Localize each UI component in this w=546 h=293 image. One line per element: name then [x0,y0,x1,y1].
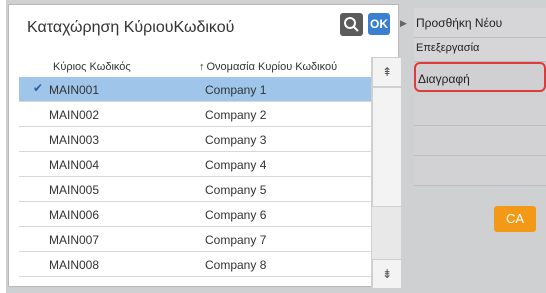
action-sidebar: Προσθήκη Νέου Επεξεργασία Διαγραφή [414,8,546,194]
cell-name: Company 2 [205,108,267,122]
delete-label: Διαγραφή [418,72,470,86]
header-main-code[interactable]: Κύριος Κωδικός [53,61,131,73]
header-main-code-name-label: Ονομασία Κυρίου Κωδικού [206,61,338,73]
add-new-button[interactable]: Προσθήκη Νέου [414,8,546,38]
edit-button[interactable]: Επεξεργασία [414,38,546,62]
search-icon [344,17,359,32]
cell-code: MAIN002 [49,108,100,122]
add-new-label: Προσθήκη Νέου [416,16,503,30]
sidebar-empty-slot [414,126,546,156]
main-code-dialog: Καταχώρηση ΚύριουΚωδικού OK Κύριος Κωδικ… [8,4,402,289]
sidebar-empty-slot [414,96,546,126]
cell-name: Company 6 [205,208,267,222]
ok-label: OK [370,17,388,31]
table-row[interactable]: ✔ MAIN001 Company 1 [19,77,371,102]
cell-code: MAIN003 [49,133,100,147]
table-scrollbar[interactable]: ⇞ ⇟ [371,57,402,289]
cell-code: MAIN006 [49,208,100,222]
scroll-thumb[interactable] [372,87,402,207]
delete-button[interactable]: Διαγραφή [414,62,546,92]
table-header: Κύριος Κωδικός ↑ Ονομασία Κυρίου Κωδικού [19,57,371,77]
cell-code: MAIN007 [49,233,100,247]
ok-button[interactable]: OK [368,13,390,35]
ca-label: CA [505,211,525,226]
scroll-down-button[interactable]: ⇟ [372,259,402,289]
cell-code: MAIN004 [49,158,100,172]
cell-name: Company 8 [205,258,267,272]
cell-code: MAIN008 [49,258,100,272]
cell-code: MAIN005 [49,183,100,197]
sort-icon: ↑ [199,61,205,73]
scroll-down-icon: ⇟ [381,267,393,281]
edit-label: Επεξεργασία [416,42,480,54]
main-code-table: Κύριος Κωδικός ↑ Ονομασία Κυρίου Κωδικού … [19,57,371,289]
cell-name: Company 3 [205,133,267,147]
scroll-up-button[interactable]: ⇞ [372,57,402,87]
cell-name: Company 5 [205,183,267,197]
table-row[interactable]: MAIN005 Company 5 [19,177,371,202]
table-row[interactable]: MAIN008 Company 8 [19,252,371,277]
sidebar-empty-slot [414,156,546,186]
table-row[interactable]: MAIN003 Company 3 [19,127,371,152]
ca-button[interactable]: CA [494,206,536,232]
dialog-title: Καταχώρηση ΚύριουΚωδικού [27,19,235,36]
cell-name: Company 1 [205,83,267,97]
check-icon: ✔ [33,81,44,95]
table-row[interactable]: MAIN002 Company 2 [19,102,371,127]
cell-name: Company 4 [205,158,267,172]
cell-code: MAIN001 [49,83,100,97]
table-row[interactable]: MAIN006 Company 6 [19,202,371,227]
header-main-code-name[interactable]: ↑ Ονομασία Κυρίου Κωδικού [199,61,337,73]
table-row[interactable]: MAIN004 Company 4 [19,152,371,177]
table-row[interactable]: MAIN007 Company 7 [19,227,371,252]
search-button[interactable] [340,13,363,36]
cell-name: Company 7 [205,233,267,247]
panel-arrow-icon[interactable]: ▶ [400,18,410,28]
scroll-up-icon: ⇞ [381,65,393,79]
